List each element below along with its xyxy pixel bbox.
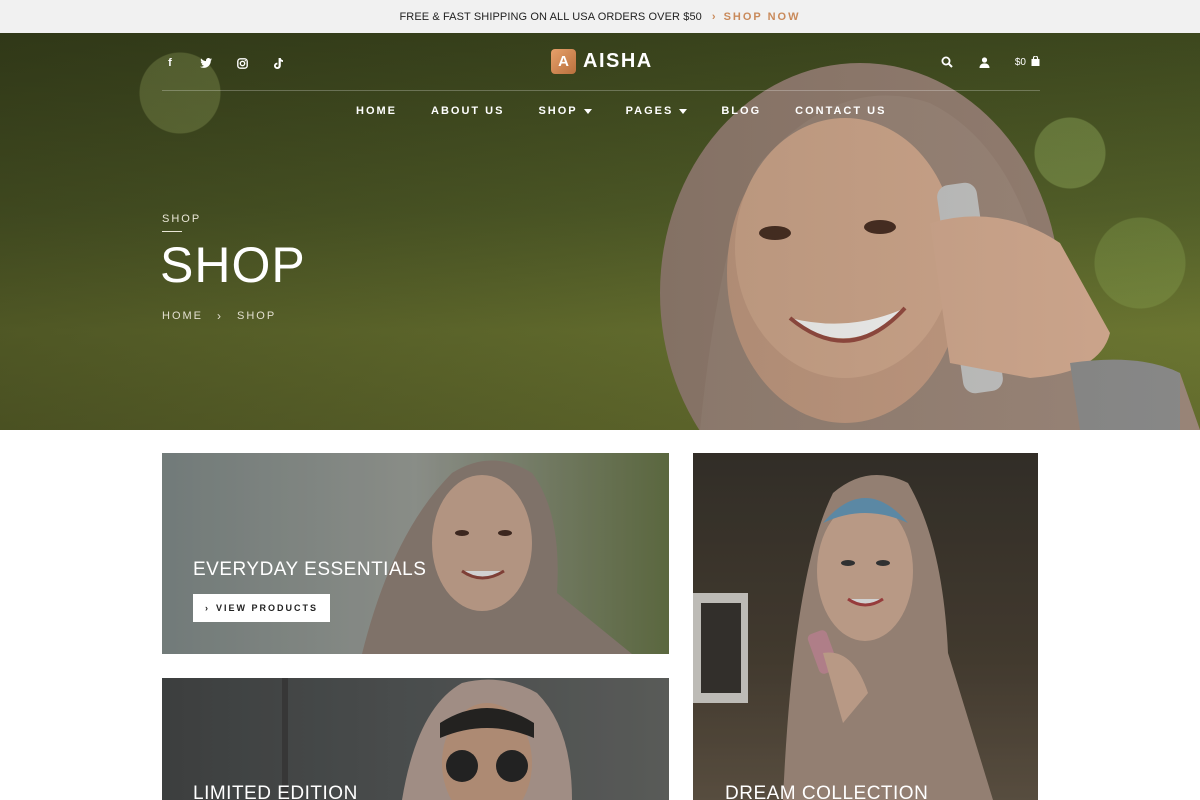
nav-about-us-label: ABOUT US — [431, 105, 505, 117]
nav-shop[interactable]: SHOP — [538, 105, 592, 117]
announcement-bar: FREE & FAST SHIPPING ON ALL USA ORDERS O… — [0, 0, 1200, 33]
cart-button[interactable]: $0 — [1014, 54, 1040, 69]
nav-shop-label: SHOP — [538, 105, 578, 117]
shop-now-link[interactable]: › SHOP NOW — [712, 11, 801, 23]
facebook-icon[interactable]: f — [162, 55, 178, 71]
logo-name: AISHA — [583, 50, 653, 72]
nav-blog[interactable]: BLOG — [721, 105, 761, 117]
tiktok-icon[interactable] — [270, 55, 286, 71]
card-overlay — [693, 453, 1038, 800]
breadcrumb-current: SHOP — [237, 310, 277, 322]
collection-card-limited[interactable]: LIMITED EDITION — [162, 678, 669, 800]
logo-mark: A — [551, 49, 576, 74]
shop-now-label: SHOP NOW — [723, 10, 801, 23]
chevron-right-icon: › — [217, 309, 223, 323]
instagram-icon[interactable] — [234, 55, 250, 71]
main-nav: HOME ABOUT US SHOP PAGES BLOG CONTACT US — [356, 105, 886, 117]
caret-down-icon — [679, 108, 688, 114]
view-products-label: VIEW PRODUCTS — [216, 603, 319, 613]
nav-blog-label: BLOG — [721, 105, 762, 117]
nav-contact-us-label: CONTACT US — [795, 105, 887, 117]
eyebrow-underline — [162, 231, 182, 232]
twitter-icon[interactable] — [198, 55, 214, 71]
hero-eyebrow: SHOP — [162, 213, 202, 225]
social-links: f — [162, 55, 286, 71]
collection-card-everyday[interactable]: EVERYDAY ESSENTIALS › VIEW PRODUCTS — [162, 453, 669, 654]
nav-contact-us[interactable]: CONTACT US — [795, 105, 886, 117]
breadcrumb-home[interactable]: HOME — [162, 310, 203, 322]
card-title: LIMITED EDITION — [193, 783, 358, 800]
search-icon[interactable] — [939, 54, 955, 70]
hero-banner: f A AISHA $0 HOME ABOUT US SHOP PAGES BL… — [0, 33, 1200, 430]
cart-total: $0 — [1014, 56, 1026, 68]
view-products-button[interactable]: › VIEW PRODUCTS — [193, 594, 331, 622]
card-overlay — [162, 678, 669, 800]
nav-home[interactable]: HOME — [356, 105, 397, 117]
arrow-right-icon: › — [205, 603, 210, 613]
nav-about-us[interactable]: ABOUT US — [431, 105, 504, 117]
caret-down-icon — [583, 108, 592, 114]
breadcrumb: HOME › SHOP — [162, 309, 276, 323]
collection-card-dream[interactable]: DREAM COLLECTION — [693, 453, 1038, 800]
shipping-message: FREE & FAST SHIPPING ON ALL USA ORDERS O… — [399, 10, 702, 23]
account-icon[interactable] — [977, 54, 993, 70]
header-actions: $0 — [939, 54, 1040, 70]
page-title: SHOP — [160, 237, 306, 293]
arrow-right-icon: › — [711, 10, 718, 23]
brand-logo[interactable]: A AISHA — [551, 49, 653, 74]
nav-pages[interactable]: PAGES — [626, 105, 688, 117]
card-overlay — [162, 453, 669, 654]
nav-pages-label: PAGES — [625, 105, 674, 117]
nav-home-label: HOME — [356, 105, 397, 117]
card-title: DREAM COLLECTION — [725, 783, 929, 800]
bag-icon — [1031, 54, 1040, 69]
header-divider — [162, 90, 1040, 91]
card-title: EVERYDAY ESSENTIALS — [193, 559, 427, 580]
